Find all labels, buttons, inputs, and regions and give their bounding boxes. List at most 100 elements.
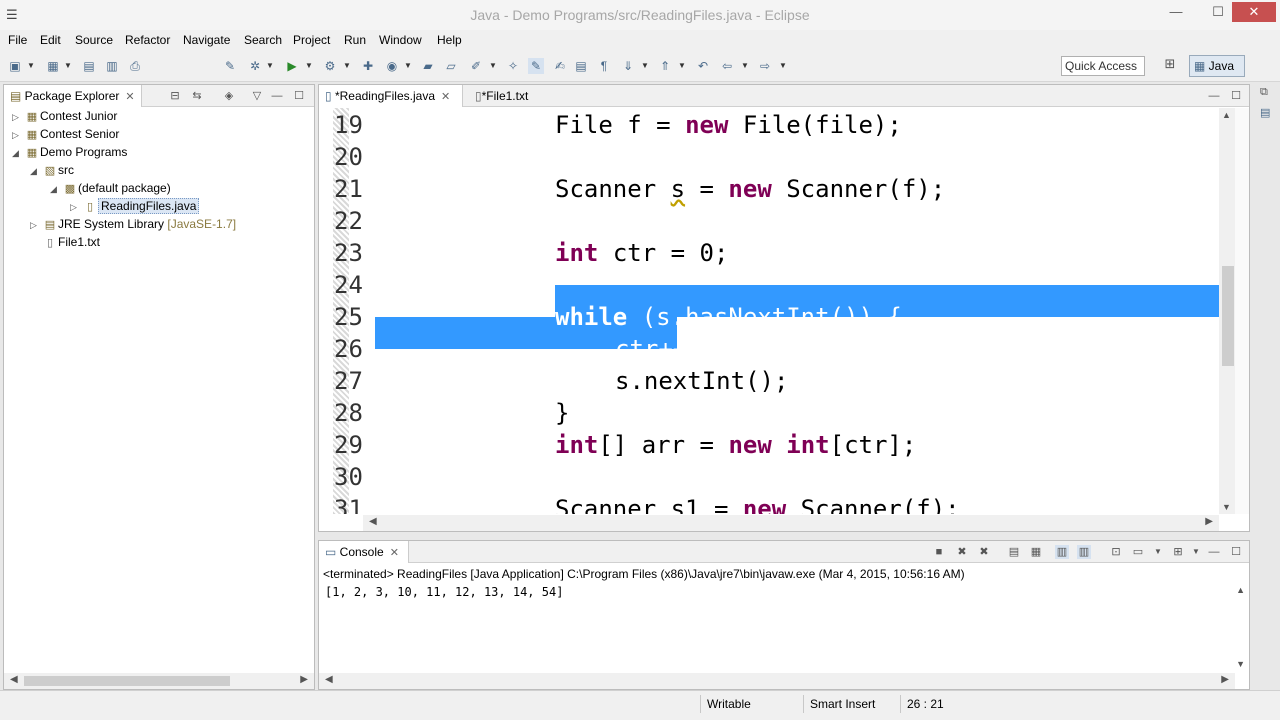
scroll-lock-icon[interactable]: ▦ (1029, 545, 1043, 559)
show-whitespace-icon[interactable]: ▤ (573, 58, 589, 74)
tree-item-demo-programs[interactable]: ◢ ▦ Demo Programs (12, 145, 127, 163)
toggle-mark-icon[interactable]: ✧ (505, 58, 521, 74)
run-icon[interactable]: ▶ (284, 58, 300, 74)
skip-breakpoints-icon[interactable]: ✎ (222, 58, 238, 74)
minimize-button[interactable]: — (1162, 2, 1190, 22)
open-task-icon[interactable]: ▱ (443, 58, 459, 74)
scroll-up-icon[interactable]: ▲ (1222, 110, 1231, 120)
scroll-left-icon[interactable]: ◀ (369, 516, 377, 527)
menu-navigate[interactable]: Navigate (183, 33, 230, 47)
new-icon[interactable]: ▣ (7, 58, 23, 74)
scroll-down-icon[interactable]: ▼ (1222, 502, 1231, 512)
pin-console-icon[interactable]: ⊡ (1109, 545, 1123, 559)
scroll-up-icon[interactable]: ▲ (1236, 585, 1245, 595)
search-dropdown-icon[interactable]: ▼ (489, 58, 497, 74)
menu-help[interactable]: Help (437, 33, 462, 47)
back-dropdown-icon[interactable]: ▼ (741, 58, 749, 74)
outline-view-icon[interactable]: ▤ (1260, 106, 1270, 119)
clear-console-icon[interactable]: ▤ (1007, 545, 1021, 559)
tree-item-default-package[interactable]: ◢ ▩ (default package) (50, 181, 171, 199)
scroll-left-icon[interactable]: ◀ (325, 674, 333, 685)
editor-hscrollbar[interactable]: ◀ ▶ (363, 515, 1219, 531)
scrollbar-thumb[interactable] (24, 676, 230, 686)
print-icon[interactable]: ⎙ (127, 58, 143, 74)
scroll-down-icon[interactable]: ▼ (1236, 659, 1245, 669)
expand-icon[interactable]: ▷ (12, 112, 24, 123)
status-insert-mode[interactable]: Smart Insert (803, 695, 899, 713)
close-tab-icon[interactable]: ✕ (441, 91, 450, 103)
package-explorer-hscrollbar[interactable]: ◀ ▶ (4, 673, 314, 689)
collapse-icon[interactable]: ◢ (30, 166, 42, 177)
new-dropdown-icon[interactable]: ▼ (27, 58, 35, 74)
tree-item-file1-txt[interactable]: ▯ File1.txt (42, 235, 100, 253)
menu-run[interactable]: Run (344, 33, 366, 47)
minimize-editor-icon[interactable]: — (1207, 89, 1221, 103)
debug-icon[interactable]: ✲ (247, 58, 263, 74)
menu-refactor[interactable]: Refactor (125, 33, 170, 47)
prev-annotation-dropdown-icon[interactable]: ▼ (678, 58, 686, 74)
prev-annotation-icon[interactable]: ⇑ (657, 58, 673, 74)
expand-icon[interactable]: ▷ (12, 130, 24, 141)
editor-vscrollbar[interactable]: ▲ ▼ (1219, 108, 1235, 514)
open-type-icon[interactable]: ▰ (420, 58, 436, 74)
display-console-icon[interactable]: ▭ (1131, 545, 1145, 559)
show-on-output-icon[interactable]: ▥ (1077, 545, 1091, 559)
collapse-all-icon[interactable]: ⊟ (168, 89, 182, 103)
expand-icon[interactable]: ▷ (30, 220, 42, 231)
new-class-dropdown-icon[interactable]: ▼ (404, 58, 412, 74)
close-tab-icon[interactable]: ✕ (125, 91, 134, 103)
close-tab-icon[interactable]: ✕ (390, 547, 399, 559)
back-icon[interactable]: ⇦ (719, 58, 735, 74)
toggle-highlight-icon[interactable]: ✎ (528, 58, 544, 74)
scroll-right-icon[interactable]: ▶ (300, 674, 308, 685)
debug-dropdown-icon[interactable]: ▼ (266, 58, 274, 74)
show-pilcrow-icon[interactable]: ¶ (596, 58, 612, 74)
tab-readingfiles-java[interactable]: ▯ *ReadingFiles.java ✕ (319, 85, 463, 107)
block-selection-icon[interactable]: ✍ (552, 58, 568, 74)
external-tools-icon[interactable]: ⚙ (322, 58, 338, 74)
tree-item-contest-senior[interactable]: ▷ ▦ Contest Senior (12, 127, 119, 145)
search-icon[interactable]: ✐ (468, 58, 484, 74)
minimize-view-icon[interactable]: — (270, 89, 284, 103)
tab-console[interactable]: ▭ Console ✕ (319, 541, 409, 563)
display-console-dropdown-icon[interactable]: ▼ (1151, 545, 1165, 559)
view-menu-icon[interactable]: ▽ (250, 89, 264, 103)
scroll-right-icon[interactable]: ▶ (1205, 516, 1213, 527)
external-tools-dropdown-icon[interactable]: ▼ (343, 58, 351, 74)
link-with-editor-icon[interactable]: ⇆ (190, 89, 204, 103)
scroll-left-icon[interactable]: ◀ (10, 674, 18, 685)
tree-item-jre-system-library[interactable]: ▷ ▤ JRE System Library [JavaSE-1.7] (30, 217, 236, 235)
console-hscrollbar[interactable]: ◀ ▶ (319, 673, 1235, 689)
open-console-dropdown-icon[interactable]: ▼ (1189, 545, 1203, 559)
save-icon[interactable]: ▤ (81, 58, 97, 74)
terminate-icon[interactable]: ■ (932, 545, 946, 559)
minimize-view-icon[interactable]: — (1207, 545, 1221, 559)
remove-launch-icon[interactable]: ✖ (955, 545, 969, 559)
maximize-editor-icon[interactable]: ☐ (1229, 89, 1243, 103)
tab-package-explorer[interactable]: ▤ Package Explorer ✕ (4, 85, 142, 107)
restore-icon[interactable]: ⧉ (1260, 86, 1268, 99)
scrollbar-thumb[interactable] (1222, 266, 1234, 366)
menu-source[interactable]: Source (75, 33, 113, 47)
next-annotation-icon[interactable]: ⇓ (620, 58, 636, 74)
word-wrap-icon[interactable]: ▥ (1055, 545, 1069, 559)
scroll-right-icon[interactable]: ▶ (1221, 674, 1229, 685)
tree-item-contest-junior[interactable]: ▷ ▦ Contest Junior (12, 109, 117, 127)
collapse-icon[interactable]: ◢ (50, 184, 62, 195)
run-dropdown-icon[interactable]: ▼ (305, 58, 313, 74)
forward-icon[interactable]: ⇨ (757, 58, 773, 74)
focus-icon[interactable]: ◈ (222, 89, 236, 103)
open-perspective-icon[interactable]: ⊞ (1160, 56, 1180, 76)
expand-icon[interactable]: ▷ (70, 202, 82, 213)
tree-item-src[interactable]: ◢ ▧ src (30, 163, 74, 181)
close-button[interactable]: ✕ (1232, 2, 1276, 22)
last-edit-icon[interactable]: ↶ (695, 58, 711, 74)
new-class-icon[interactable]: ◉ (384, 58, 400, 74)
new-type-icon[interactable]: ▦ (45, 58, 61, 74)
tab-file1-txt[interactable]: ▯*File1.txt (469, 85, 561, 107)
console-output[interactable]: [1, 2, 3, 10, 11, 12, 13, 14, 54] (325, 585, 563, 599)
code-area[interactable]: 19 20 ⚠21 22 23 24 25 26 27 28 29 30 ⚠31… (333, 108, 1221, 514)
menu-search[interactable]: Search (244, 33, 282, 47)
maximize-button[interactable]: ☐ (1204, 2, 1232, 22)
overview-ruler[interactable] (1235, 108, 1249, 514)
